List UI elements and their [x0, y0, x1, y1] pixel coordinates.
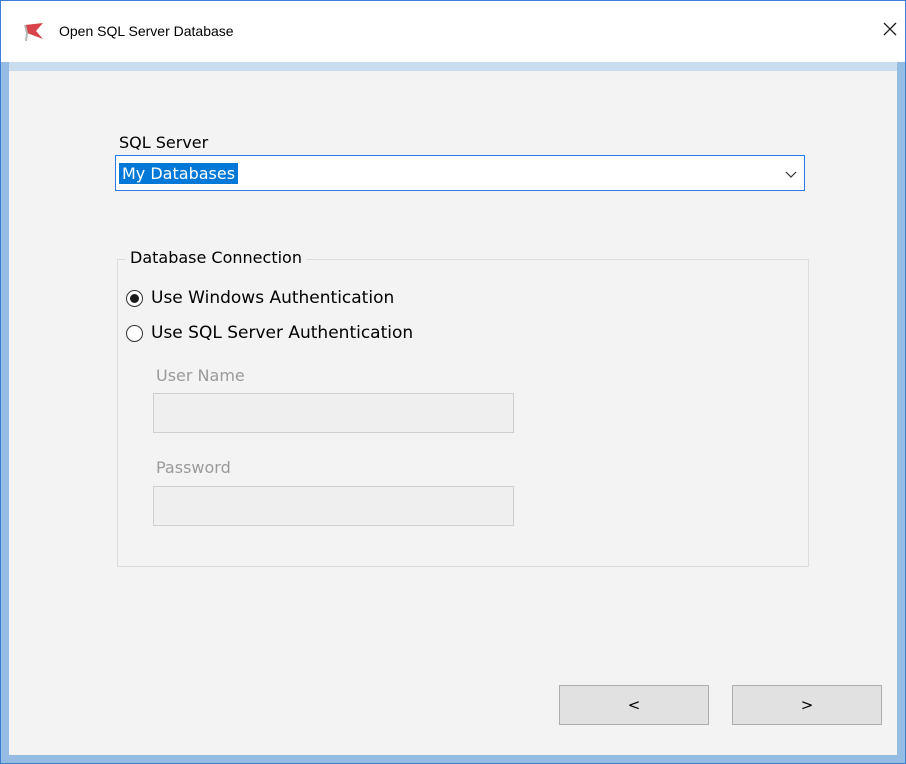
database-connection-group: Database Connection Use Windows Authenti… [117, 248, 809, 567]
user-name-label: User Name [156, 366, 245, 385]
windows-auth-label: Use Windows Authentication [151, 288, 395, 308]
dialog-content: SQL Server My Databases Database Connect… [9, 71, 897, 755]
sql-server-label: SQL Server [119, 133, 209, 152]
group-title: Database Connection [126, 248, 306, 267]
frame-top-strip [9, 62, 897, 71]
windows-auth-option[interactable]: Use Windows Authentication [126, 288, 394, 308]
sql-auth-option[interactable]: Use SQL Server Authentication [126, 323, 413, 343]
next-button[interactable]: > [732, 685, 882, 725]
user-name-field[interactable] [153, 393, 514, 433]
dialog-window: Open SQL Server Database SQL Server My D… [0, 0, 906, 764]
back-button[interactable]: < [559, 685, 709, 725]
frame-left [1, 62, 9, 756]
sql-auth-label: Use SQL Server Authentication [151, 323, 414, 343]
windows-auth-radio[interactable] [126, 289, 143, 307]
password-field[interactable] [153, 486, 514, 526]
title-bar: Open SQL Server Database [1, 1, 905, 62]
sql-server-dropdown[interactable]: My Databases [115, 155, 805, 191]
close-icon [882, 21, 898, 41]
sql-server-selected-value: My Databases [119, 163, 239, 184]
sql-auth-radio[interactable] [126, 324, 143, 342]
frame-bottom [1, 755, 905, 763]
window-title: Open SQL Server Database [59, 23, 234, 39]
red-flag-icon [23, 22, 45, 42]
chevron-down-icon[interactable] [784, 166, 798, 180]
password-label: Password [156, 458, 231, 477]
frame-right [897, 62, 905, 756]
close-button[interactable] [875, 14, 905, 48]
